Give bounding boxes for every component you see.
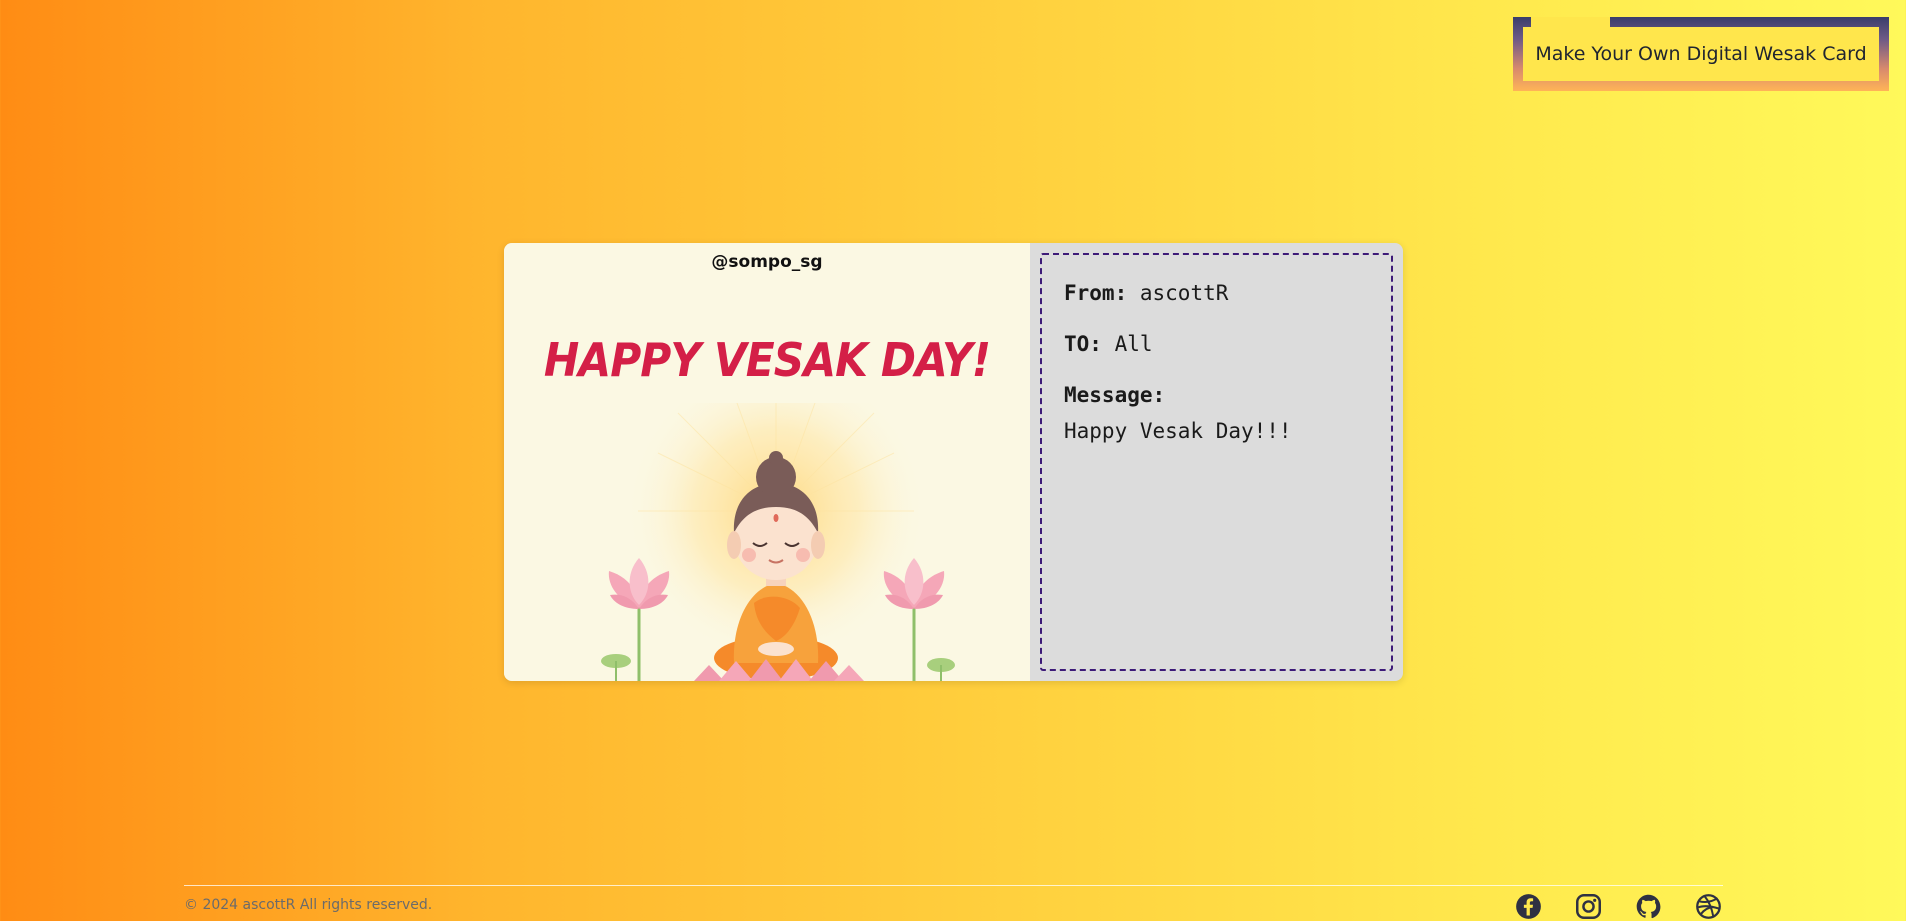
- instagram-icon: [1576, 894, 1601, 919]
- from-label: From:: [1064, 281, 1128, 305]
- lotus-right: [883, 558, 955, 681]
- github-icon: [1636, 894, 1661, 919]
- to-value: All: [1114, 332, 1153, 357]
- from-value: ascottR: [1139, 281, 1229, 305]
- message-row: Message: Happy Vesak Day!!!: [1064, 383, 1369, 443]
- to-label: TO:: [1064, 332, 1102, 357]
- make-card-button[interactable]: Make Your Own Digital Wesak Card: [1523, 27, 1879, 81]
- message-label: Message:: [1064, 383, 1166, 408]
- make-card-cta: Make Your Own Digital Wesak Card: [1513, 17, 1889, 91]
- facebook-link[interactable]: [1515, 893, 1542, 920]
- lotus-left: [601, 558, 670, 681]
- instagram-link[interactable]: [1575, 893, 1602, 920]
- card-message-panel: From: ascottR TO: All Message: Happy Ves…: [1030, 243, 1403, 681]
- vesak-card: @sompo_sg HAPPY VESAK DAY! From: ascottR…: [504, 243, 1403, 681]
- from-row: From: ascottR: [1064, 281, 1369, 306]
- github-link[interactable]: [1635, 893, 1662, 920]
- cta-notch: [1531, 17, 1610, 27]
- facebook-icon: [1516, 894, 1541, 919]
- to-row: TO: All: [1064, 332, 1369, 357]
- card-handle: @sompo_sg: [711, 252, 823, 272]
- dribbble-link[interactable]: [1695, 893, 1722, 920]
- copyright-text: © 2024 ascottR All rights reserved.: [184, 897, 433, 913]
- message-box: From: ascottR TO: All Message: Happy Ves…: [1040, 253, 1393, 671]
- card-greeting: HAPPY VESAK DAY!: [543, 333, 991, 387]
- buddha-illustration: [601, 403, 955, 681]
- message-value: Happy Vesak Day!!!: [1064, 418, 1292, 443]
- card-illustration: @sompo_sg HAPPY VESAK DAY!: [504, 243, 1030, 681]
- footer-divider: [184, 885, 1723, 886]
- dribbble-icon: [1696, 894, 1721, 919]
